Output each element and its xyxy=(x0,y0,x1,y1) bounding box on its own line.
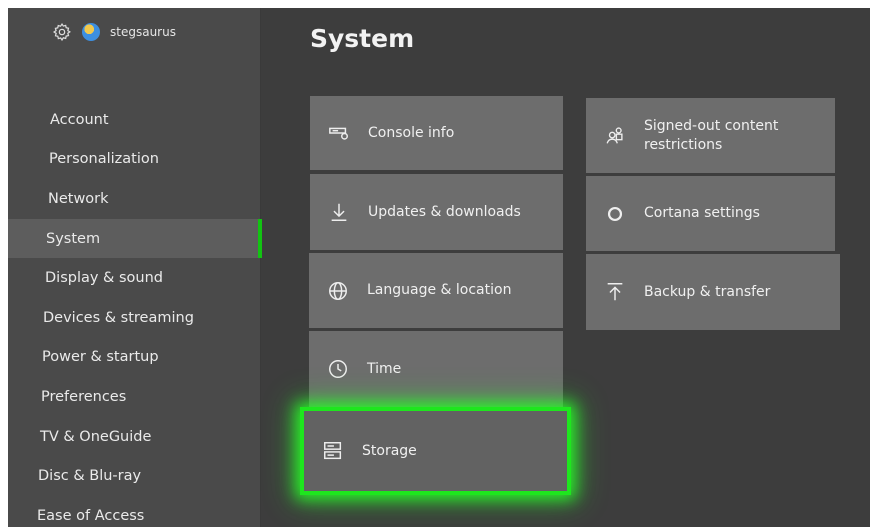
cortana-icon xyxy=(604,203,626,225)
sidebar-item-label: Ease of Access xyxy=(37,507,145,524)
sidebar-item-ease-of-access[interactable]: Ease of Access xyxy=(8,496,260,527)
tile-label: Storage xyxy=(362,442,417,459)
sidebar-item-label: Preferences xyxy=(41,388,127,405)
globe-icon xyxy=(327,280,349,302)
tile-cortana-settings[interactable]: Cortana settings xyxy=(586,176,835,251)
tile-label: Updates & downloads xyxy=(368,203,521,220)
sidebar-item-power-startup[interactable]: Power & startup xyxy=(8,338,260,378)
sidebar-item-label: Network xyxy=(48,190,109,207)
tile-content-restrictions[interactable]: Signed-out content restrictions xyxy=(586,98,835,173)
tile-label: Cortana settings xyxy=(644,205,760,221)
tile-label: Console info xyxy=(368,124,455,141)
tile-updates-downloads[interactable]: Updates & downloads xyxy=(310,174,563,250)
sidebar-item-label: Devices & streaming xyxy=(43,309,194,326)
sidebar-item-disc-bluray[interactable]: Disc & Blu-ray xyxy=(8,456,260,496)
profile-header: stegsaurus xyxy=(52,22,176,42)
sidebar-item-label: Power & startup xyxy=(42,349,159,366)
sidebar-item-label: TV & OneGuide xyxy=(40,428,152,445)
sidebar-item-devices-streaming[interactable]: Devices & streaming xyxy=(8,298,260,338)
gamertag: stegsaurus xyxy=(110,25,176,39)
sidebar-item-preferences[interactable]: Preferences xyxy=(8,377,260,417)
sidebar: stegsaurus Account Personalization Netwo… xyxy=(8,8,262,527)
tile-label: Language & location xyxy=(367,282,512,298)
tile-storage[interactable]: Storage xyxy=(304,411,567,491)
gear-icon[interactable] xyxy=(52,22,72,42)
people-icon xyxy=(604,125,626,147)
clock-icon xyxy=(327,358,349,380)
system-settings-screen: stegsaurus Account Personalization Netwo… xyxy=(8,8,870,527)
sidebar-item-label: Disc & Blu-ray xyxy=(38,468,142,485)
tile-time[interactable]: Time xyxy=(309,331,563,407)
avatar[interactable] xyxy=(82,23,100,41)
sidebar-item-system[interactable]: System xyxy=(8,218,262,259)
tile-backup-transfer[interactable]: Backup & transfer xyxy=(586,254,840,330)
tile-label: Backup & transfer xyxy=(644,283,771,300)
tile-label: Time xyxy=(367,360,402,377)
tile-language-location[interactable]: Language & location xyxy=(309,253,563,328)
sidebar-item-label: Display & sound xyxy=(45,270,163,287)
settings-nav: Account Personalization Network System D… xyxy=(8,100,262,527)
download-icon xyxy=(328,201,350,223)
sidebar-item-label: System xyxy=(46,230,101,247)
page-title: System xyxy=(310,24,415,53)
sidebar-item-display-sound[interactable]: Display & sound xyxy=(8,258,260,298)
console-icon xyxy=(328,122,350,144)
sidebar-item-label: Personalization xyxy=(49,151,159,168)
sidebar-item-tv-oneguide[interactable]: TV & OneGuide xyxy=(8,417,260,457)
sidebar-item-network[interactable]: Network xyxy=(8,179,260,219)
sidebar-item-personalization[interactable]: Personalization xyxy=(8,140,260,180)
sidebar-item-account[interactable]: Account xyxy=(8,100,260,140)
upload-icon xyxy=(604,281,626,303)
storage-icon xyxy=(322,440,344,462)
tile-label: Signed-out content restrictions xyxy=(644,117,779,153)
sidebar-item-label: Account xyxy=(50,111,109,128)
tile-console-info[interactable]: Console info xyxy=(310,96,563,170)
